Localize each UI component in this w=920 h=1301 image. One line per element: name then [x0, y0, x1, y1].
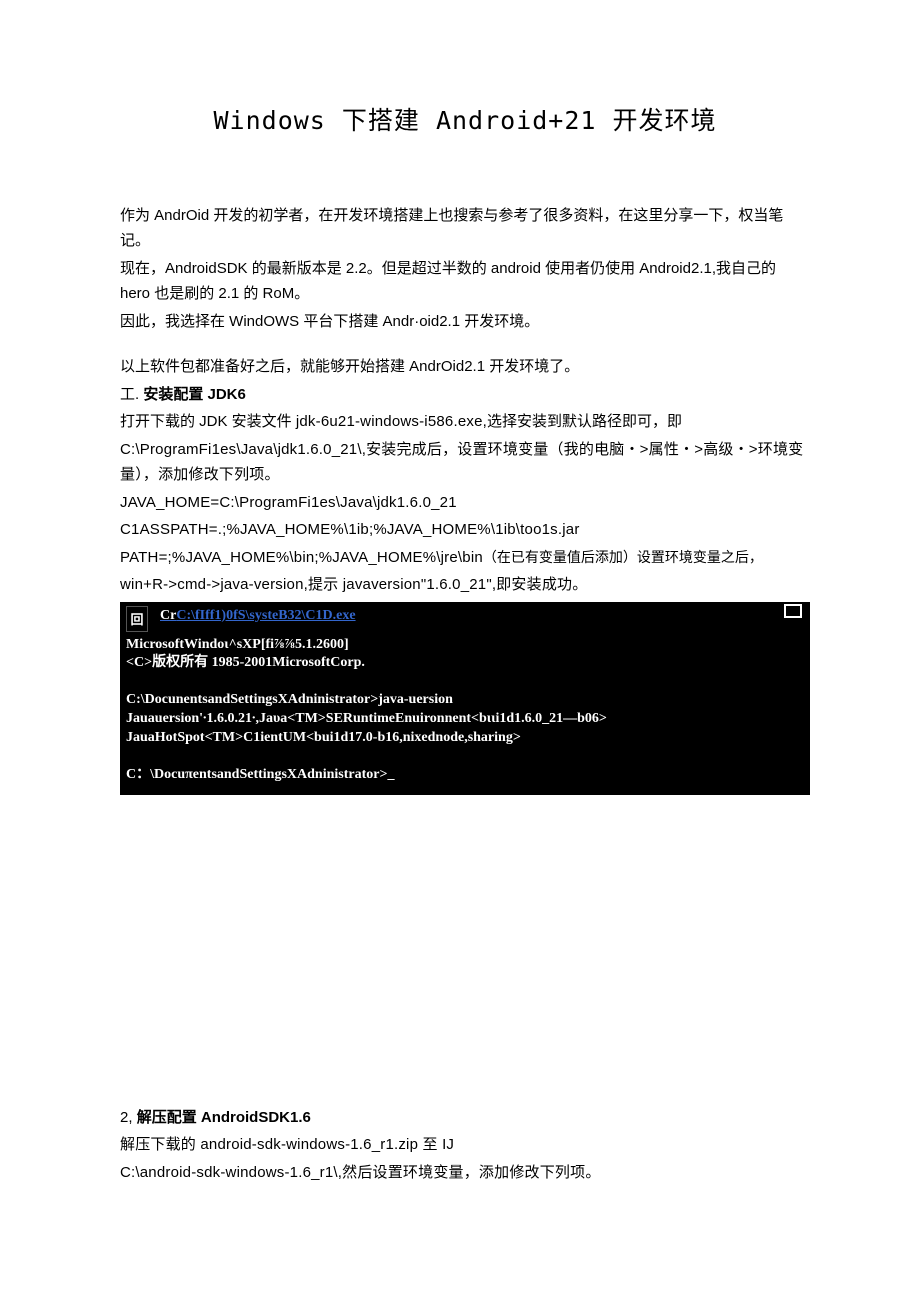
section1-p3: win+R->cmd->java-version,提示 javaversion"… — [120, 572, 810, 598]
terminal-line: C:\DocunentsandSettingsXAdninistrator>ja… — [126, 691, 804, 710]
terminal-line: JauaHotSpot<TM>C1ientUM<bui1d17.0-b16,ni… — [126, 729, 804, 748]
env-java-home: JAVA_HOME=C:\ProgramFi1es\Java\jdk1.6.0_… — [120, 490, 810, 516]
section2-heading: 2, 解压配置 AndroidSDK1.6 — [120, 1105, 810, 1131]
intro-p4: 以上软件包都准备好之后，就能够开始搭建 AndrOid2.1 开发环境了。 — [120, 354, 810, 380]
section2-p2: C:\android-sdk-windows-1.6_r1\,然后设置环境变量，… — [120, 1160, 810, 1186]
terminal-titlebar: 回 CrC:\fIff1)0fS\systeB32\C1D.exe — [120, 602, 810, 624]
section2-prefix: 2, — [120, 1109, 137, 1126]
env-path-note: （在已有变量值后添加）设置环境变量之后， — [483, 549, 763, 565]
intro-p3: 因此，我选择在 WindOWS 平台下搭建 Andr·oid2.1 开发环境。 — [120, 309, 810, 335]
section1-p1: 打开下载的 JDK 安装文件 jdk-6u21-windows-i586.exe… — [120, 409, 810, 435]
env-path: PATH=;%JAVA_HOME%\bin;%JAVA_HOME%\jre\bi… — [120, 545, 810, 571]
intro-p1: 作为 AndrOid 开发的初学者，在开发环境搭建上也搜索与参考了很多资料，在这… — [120, 203, 810, 254]
terminal-line: C：\DocuπentsandSettingsXAdninistrator>_ — [126, 766, 804, 785]
back-icon: 回 — [126, 606, 148, 632]
env-path-value: PATH=;%JAVA_HOME%\bin;%JAVA_HOME%\jre\bi… — [120, 549, 483, 566]
section2-title: 解压配置 AndroidSDK1.6 — [137, 1109, 311, 1126]
section1-title: 安装配置 JDK6 — [143, 386, 246, 403]
section1-p2: C:\ProgramFi1es\Java\jdk1.6.0_21\,安装完成后，… — [120, 437, 810, 488]
section2-p1: 解压下载的 android-sdk-windows-1.6_r1.zip 至 I… — [120, 1132, 810, 1158]
section1-heading: 工. 安装配置 JDK6 — [120, 382, 810, 408]
section1-p1-file: jdk-6u21-windows-i586.exe, — [296, 413, 487, 430]
terminal-line: <C>版权所有 1985-2001MicrosoftCorp. — [126, 654, 804, 673]
page-title: Windows 下搭建 Android+21 开发环境 — [120, 100, 810, 143]
terminal-line: MicrosoftWindoι^sXP[fi⅞⅞5.1.2600] — [126, 636, 804, 655]
section1-prefix: 工. — [120, 386, 143, 403]
maximize-icon — [784, 604, 802, 618]
blank-region — [120, 795, 810, 1105]
section1-p1-post: 选择安装到默认路径即可，即 — [487, 413, 682, 430]
terminal-line: Jauauersion'∙1.6.0.21∙,Jaυa<TM>SERuntime… — [126, 710, 804, 729]
terminal-title-path: C:\fIff1)0fS\systeB32\C1D.exe — [176, 608, 355, 623]
terminal-title-prefix: Cr — [160, 608, 176, 623]
env-classpath: C1ASSPATH=.;%JAVA_HOME%\1ib;%JAVA_HOME%\… — [120, 517, 810, 543]
section1-p1-pre: 打开下载的 JDK 安装文件 — [120, 413, 296, 430]
intro-p2: 现在，AndroidSDK 的最新版本是 2.2。但是超过半数的 android… — [120, 256, 810, 307]
terminal-output: MicrosoftWindoι^sXP[fi⅞⅞5.1.2600] <C>版权所… — [120, 624, 810, 795]
terminal-window: 回 CrC:\fIff1)0fS\systeB32\C1D.exe Micros… — [120, 602, 810, 795]
